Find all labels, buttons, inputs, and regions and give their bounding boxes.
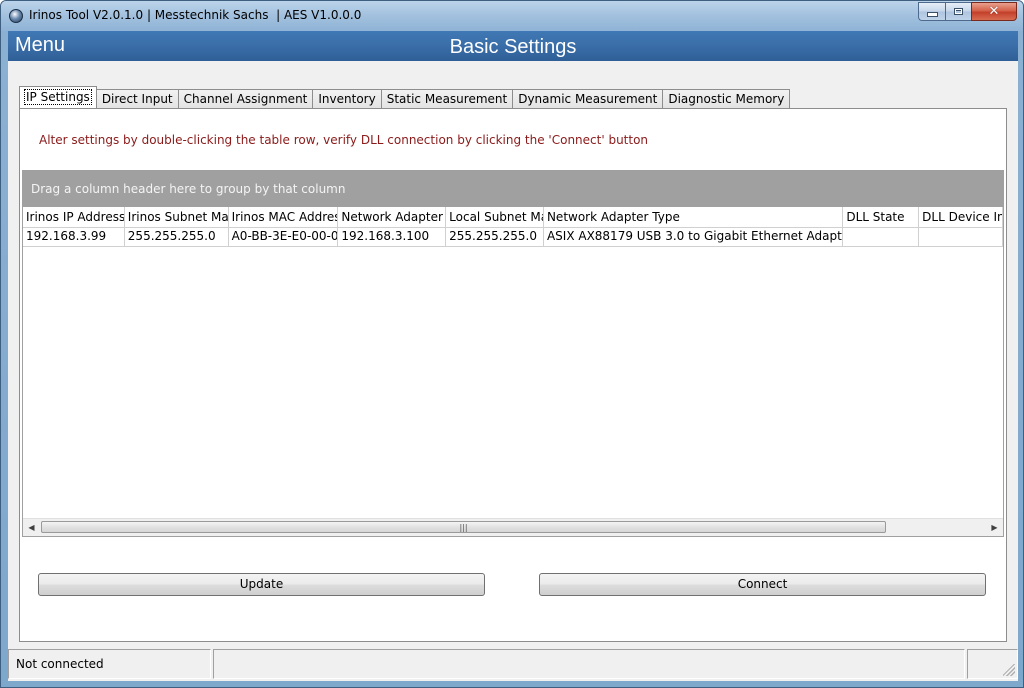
cell-irinos-mac[interactable]: A0-BB-3E-E0-00-0A — [229, 227, 339, 246]
update-button[interactable]: Update — [38, 573, 485, 596]
column-header-dll-state[interactable]: DLL State — [843, 207, 920, 227]
cell-irinos-ip[interactable]: 192.168.3.99 — [23, 227, 125, 246]
grip-icon: ||| — [459, 523, 468, 532]
tab-static-measurement[interactable]: Static Measurement — [380, 89, 514, 108]
maximize-button[interactable] — [945, 2, 971, 21]
title-bar[interactable]: Irinos Tool V2.0.1.0 | Messtechnik Sachs… — [1, 1, 1023, 31]
ip-settings-panel: Alter settings by double-clicking the ta… — [19, 108, 1007, 642]
maximize-icon — [954, 8, 963, 15]
status-message — [213, 649, 965, 679]
column-header-irinos-mac[interactable]: Irinos MAC Address — [229, 207, 339, 227]
column-header-adapter-type[interactable]: Network Adapter Type — [544, 207, 844, 227]
cell-network-adapter[interactable]: 192.168.3.100 — [338, 227, 447, 246]
tab-label: IP Settings — [24, 89, 92, 105]
tab-dynamic-measurement[interactable]: Dynamic Measurement — [512, 89, 664, 108]
status-bar: Not connected — [8, 648, 1018, 681]
cell-irinos-subnet[interactable]: 255.255.255.0 — [125, 227, 229, 246]
minimize-button[interactable] — [918, 2, 945, 21]
connection-status: Not connected — [8, 649, 211, 679]
horizontal-scrollbar[interactable]: ◀ ||| ▶ — [23, 518, 1003, 536]
tab-channel-assignment[interactable]: Channel Assignment — [177, 89, 314, 108]
tab-ip-settings[interactable]: IP Settings — [19, 86, 97, 108]
tab-diagnostic-memory[interactable]: Diagnostic Memory — [662, 89, 791, 108]
app-window: Irinos Tool V2.0.1.0 | Messtechnik Sachs… — [0, 0, 1024, 688]
column-header-network-adapter[interactable]: Network Adapter — [338, 207, 447, 227]
window-title: Irinos Tool V2.0.1.0 | Messtechnik Sachs… — [29, 8, 362, 22]
scrollbar-thumb[interactable]: ||| — [41, 521, 886, 533]
header-bar: Menu Basic Settings — [8, 31, 1018, 61]
grid-header: Irinos IP Address Irinos Subnet Mas Irin… — [23, 207, 1003, 228]
cell-adapter-type[interactable]: ASIX AX88179 USB 3.0 to Gigabit Ethernet… — [544, 227, 844, 246]
app-icon — [9, 9, 23, 23]
instruction-text: Alter settings by double-clicking the ta… — [39, 133, 649, 147]
tab-direct-input[interactable]: Direct Input — [95, 89, 179, 108]
column-header-irinos-subnet[interactable]: Irinos Subnet Mas — [125, 207, 229, 227]
table-row[interactable]: 192.168.3.99 255.255.255.0 A0-BB-3E-E0-0… — [23, 227, 1003, 247]
column-header-irinos-ip[interactable]: Irinos IP Address — [23, 207, 125, 227]
column-header-local-subnet[interactable]: Local Subnet Mas — [446, 207, 544, 227]
close-button[interactable]: ✕ — [971, 2, 1017, 21]
close-icon: ✕ — [988, 4, 1000, 19]
column-header-dll-device-info[interactable]: DLL Device Inf — [919, 207, 1003, 227]
connect-button[interactable]: Connect — [539, 573, 986, 596]
scroll-right-arrow-icon[interactable]: ▶ — [986, 519, 1003, 536]
cell-local-subnet[interactable]: 255.255.255.0 — [446, 227, 544, 246]
status-extra — [967, 649, 1018, 679]
group-by-panel[interactable]: Drag a column header here to group by th… — [23, 171, 1003, 207]
tab-strip: IP Settings Direct Input Channel Assignm… — [19, 86, 791, 108]
caption-buttons: ✕ — [918, 2, 1017, 21]
resize-grip-icon[interactable] — [1003, 664, 1015, 676]
minimize-icon — [926, 12, 938, 17]
client-area: Menu Basic Settings IP Settings Direct I… — [8, 31, 1018, 681]
page-title: Basic Settings — [449, 36, 577, 58]
adapter-grid: Drag a column header here to group by th… — [22, 170, 1004, 537]
tab-inventory[interactable]: Inventory — [312, 89, 382, 108]
cell-dll-device-info[interactable] — [919, 227, 1003, 246]
cell-dll-state[interactable] — [843, 227, 920, 246]
scroll-left-arrow-icon[interactable]: ◀ — [23, 519, 40, 536]
